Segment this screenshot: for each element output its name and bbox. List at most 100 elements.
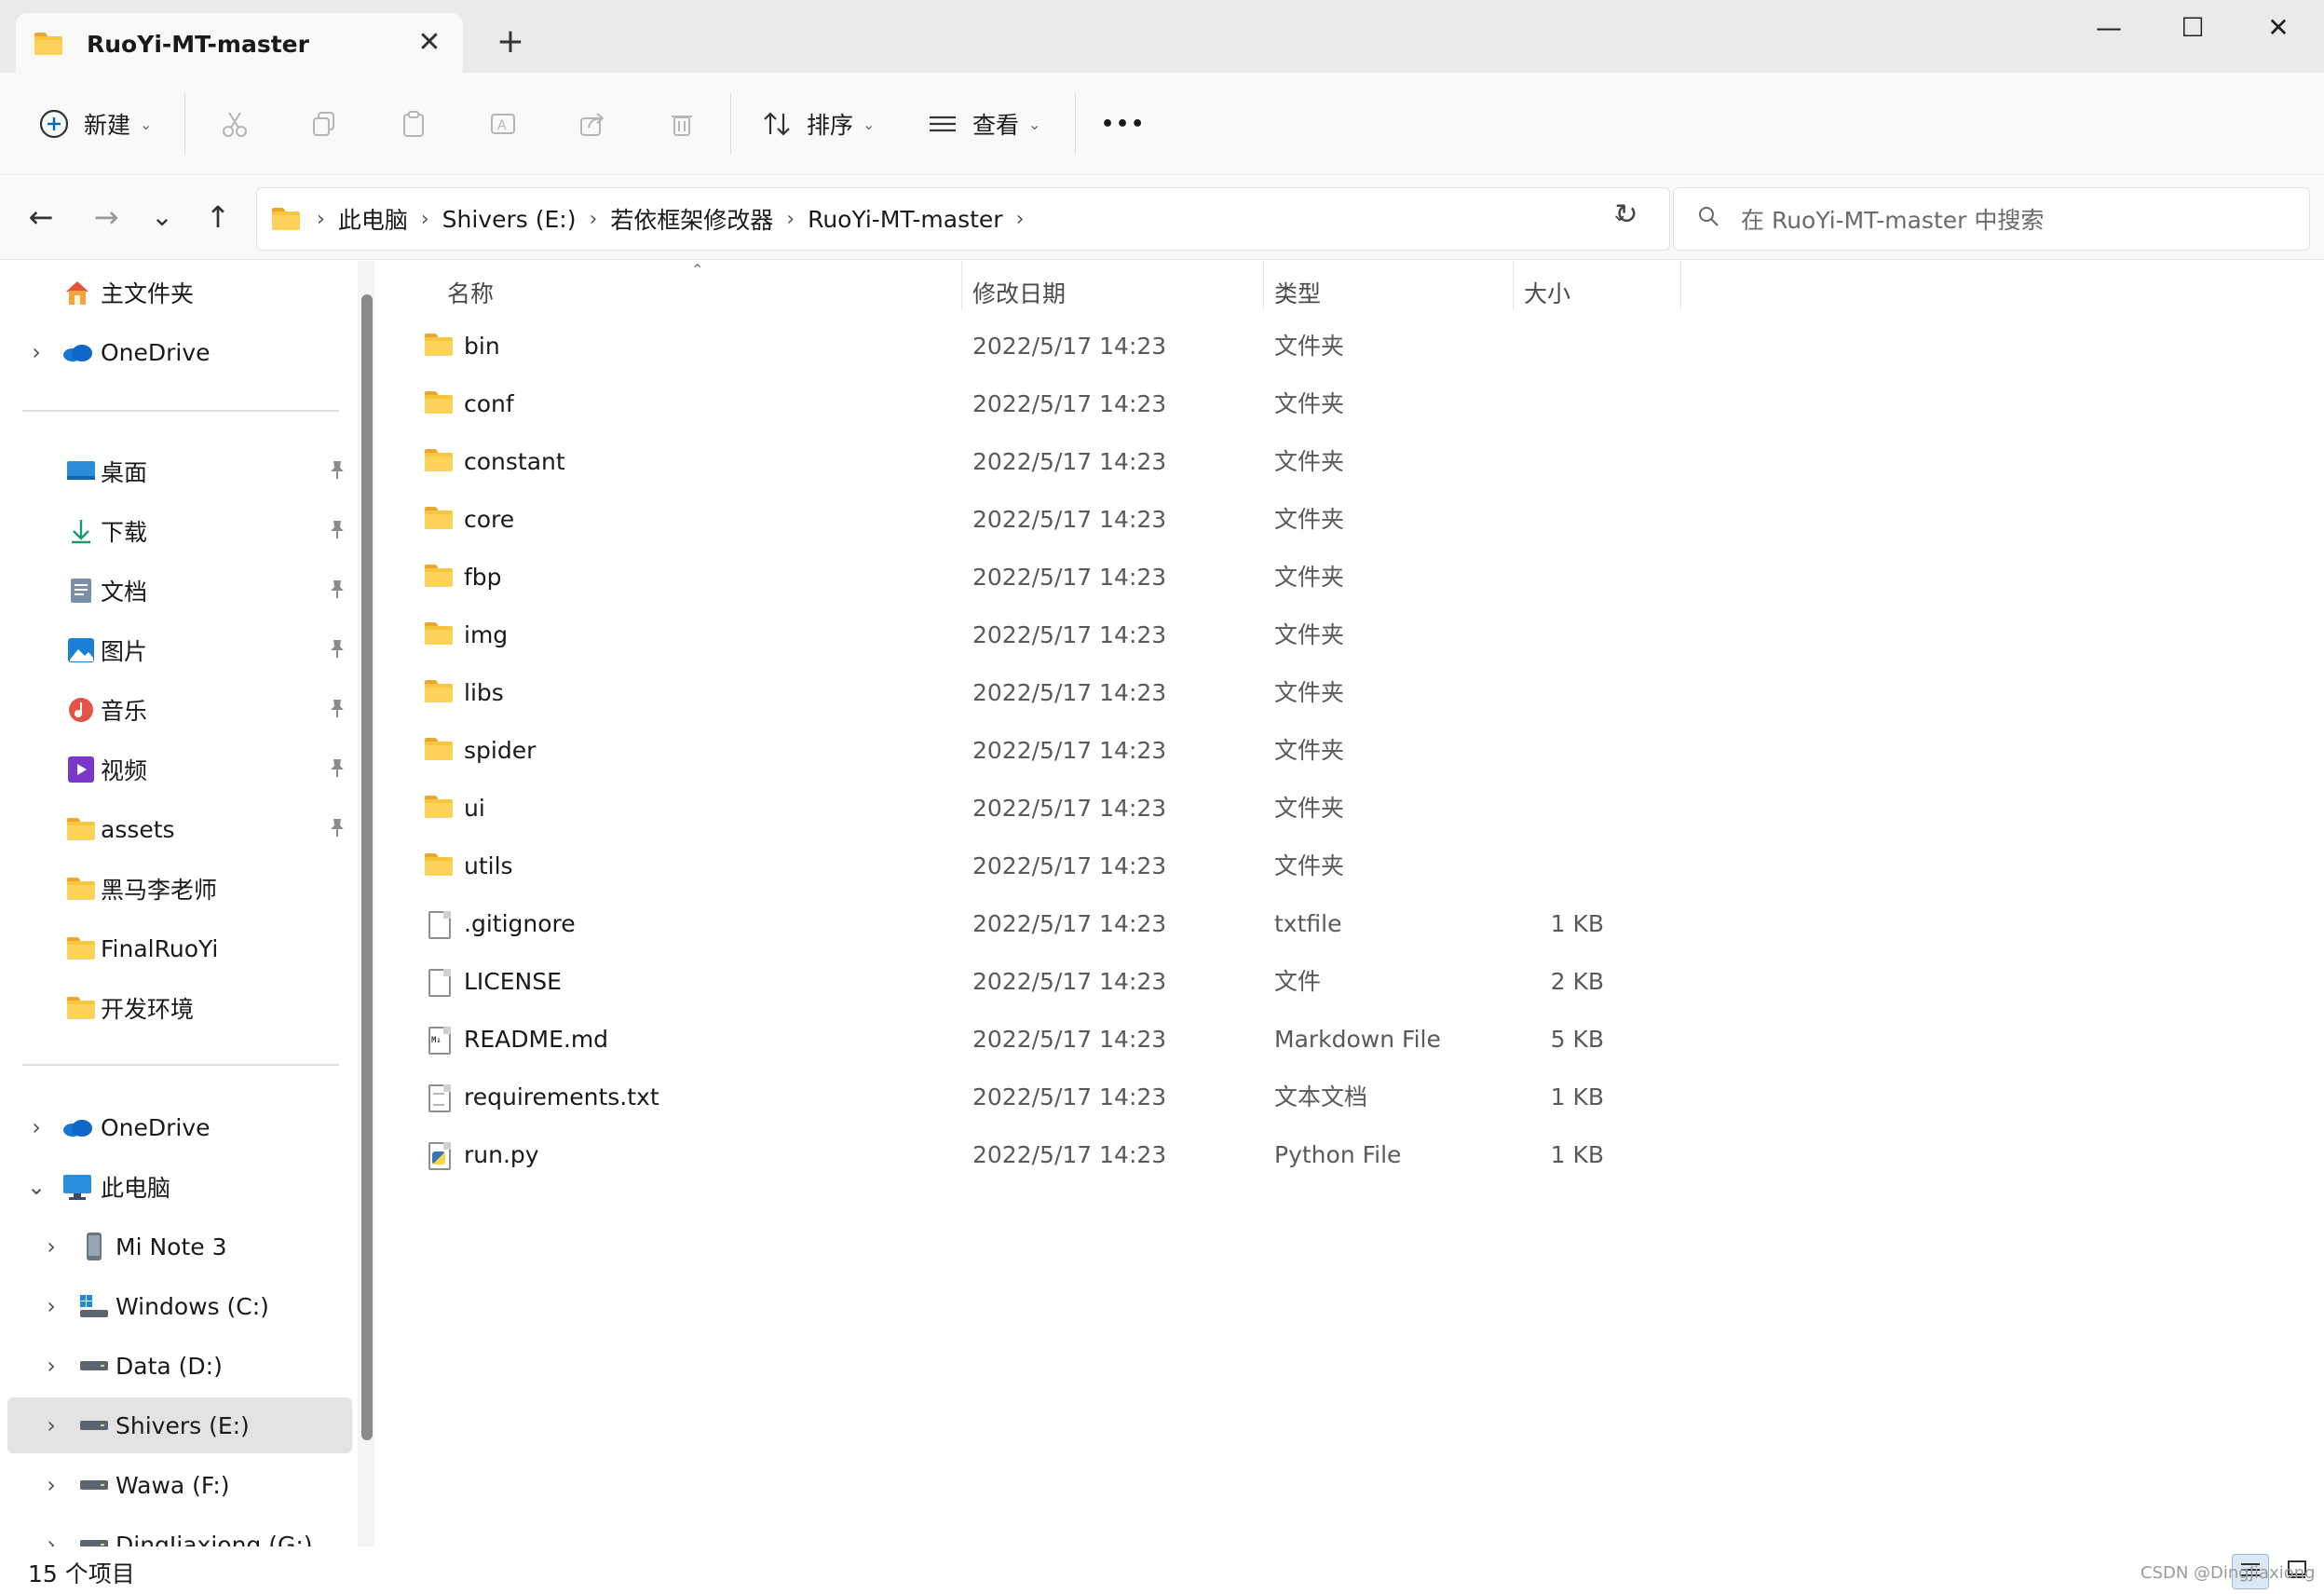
file-icon — [425, 911, 455, 939]
more-options-button[interactable]: ••• — [1099, 101, 1146, 147]
table-row[interactable]: fbp 2022/5/17 14:23 文件夹 — [402, 550, 2060, 606]
column-header-size[interactable]: 大小 — [1524, 272, 1570, 313]
sidebar-item-pictures[interactable]: 图片 — [7, 622, 352, 678]
view-button[interactable]: 查看 ⌄ — [924, 101, 1040, 147]
share-button[interactable] — [574, 101, 611, 147]
table-row[interactable]: LICENSE 2022/5/17 14:23 文件 2 KB — [402, 954, 2060, 1010]
sidebar-item-dev-env[interactable]: 开发环境 — [7, 980, 352, 1036]
file-size: 1 KB — [1550, 910, 1604, 937]
chevron-right-icon[interactable]: › — [37, 1532, 65, 1546]
cut-button[interactable] — [216, 101, 253, 147]
sidebar-item-home[interactable]: 主文件夹 — [7, 265, 352, 320]
sidebar-item-finalruoyi[interactable]: FinalRuoYi — [7, 920, 352, 976]
column-divider[interactable] — [1680, 261, 1681, 309]
pin-icon[interactable] — [328, 638, 347, 663]
copy-button[interactable] — [306, 101, 343, 147]
table-row[interactable]: conf 2022/5/17 14:23 文件夹 — [402, 376, 2060, 432]
sidebar-item-windows-c[interactable]: › Windows (C:) — [7, 1278, 352, 1334]
breadcrumb-shivers-e[interactable]: Shivers (E:) — [442, 206, 577, 233]
table-row[interactable]: img 2022/5/17 14:23 文件夹 — [402, 607, 2060, 663]
column-divider[interactable] — [1513, 261, 1514, 309]
column-divider[interactable] — [961, 261, 962, 309]
minimize-button[interactable]: — — [2081, 9, 2137, 47]
paste-button[interactable] — [395, 101, 432, 147]
table-row[interactable]: spider 2022/5/17 14:23 文件夹 — [402, 723, 2060, 779]
pin-icon[interactable] — [328, 519, 347, 544]
column-header-type[interactable]: 类型 — [1274, 272, 1321, 313]
breadcrumb-separator[interactable]: › — [786, 208, 795, 231]
table-row[interactable]: core 2022/5/17 14:23 文件夹 — [402, 492, 2060, 548]
sidebar-item-mi-note-3[interactable]: › Mi Note 3 — [7, 1219, 352, 1274]
sidebar-item-label: Mi Note 3 — [116, 1233, 227, 1260]
chevron-down-icon[interactable]: ⌄ — [22, 1174, 50, 1200]
delete-button[interactable] — [663, 101, 700, 147]
sidebar-item-desktop[interactable]: 桌面 — [7, 443, 352, 499]
breadcrumb-ruoyi-modifier[interactable]: 若依框架修改器 — [610, 202, 773, 236]
sidebar-item-wawa-f[interactable]: › Wawa (F:) — [7, 1457, 352, 1513]
column-divider[interactable] — [1263, 261, 1264, 309]
table-row[interactable]: utils 2022/5/17 14:23 文件夹 — [402, 838, 2060, 894]
table-row[interactable]: ui 2022/5/17 14:23 文件夹 — [402, 781, 2060, 837]
back-button[interactable]: ← — [20, 197, 61, 238]
sidebar-item-videos[interactable]: 视频 — [7, 742, 352, 797]
onedrive-icon — [61, 1113, 93, 1141]
sidebar-item-downloads[interactable]: 下载 — [7, 503, 352, 559]
address-bar[interactable]: › 此电脑 › Shivers (E:) › 若依框架修改器 › RuoYi-M… — [256, 187, 1670, 251]
sidebar-item-onedrive-tree[interactable]: › OneDrive — [7, 1099, 352, 1155]
close-window-button[interactable]: ✕ — [2250, 9, 2306, 47]
table-row[interactable]: bin 2022/5/17 14:23 文件夹 — [402, 319, 2060, 375]
breadcrumb-this-pc[interactable]: 此电脑 — [338, 202, 408, 236]
search-input[interactable]: 在 RuoYi-MT-master 中搜索 — [1673, 187, 2310, 251]
refresh-button[interactable]: ↻ — [1606, 195, 1647, 236]
sidebar-item-onedrive[interactable]: › OneDrive — [7, 324, 352, 380]
chevron-right-icon[interactable]: › — [37, 1233, 65, 1260]
file-type: 文件夹 — [1274, 564, 1345, 591]
new-tab-button[interactable]: + — [494, 25, 527, 60]
sidebar-item-assets[interactable]: assets — [7, 801, 352, 857]
sidebar-item-music[interactable]: 音乐 — [7, 682, 352, 738]
tab-ruoyi-mt-master[interactable]: RuoYi-MT-master ✕ — [16, 13, 463, 75]
column-header-name[interactable]: 名称 — [447, 272, 494, 313]
chevron-right-icon[interactable]: › — [37, 1293, 65, 1319]
table-row[interactable]: run.py 2022/5/17 14:23 Python File 1 KB — [402, 1127, 2060, 1183]
sidebar-item-shivers-e[interactable]: › Shivers (E:) — [7, 1397, 352, 1453]
column-header-date[interactable]: 修改日期 — [972, 272, 1066, 313]
sort-button[interactable]: 排序 ⌄ — [758, 101, 875, 147]
sidebar-item-heima-teacher[interactable]: 黑马李老师 — [7, 861, 352, 917]
breadcrumb-separator[interactable]: › — [1016, 208, 1025, 231]
sidebar-item-data-d[interactable]: › Data (D:) — [7, 1338, 352, 1394]
sidebar-scrollbar-thumb[interactable] — [361, 294, 373, 1440]
table-row[interactable]: requirements.txt 2022/5/17 14:23 文本文档 1 KB — [402, 1069, 2060, 1125]
table-row[interactable]: M↓ README.md 2022/5/17 14:23 Markdown File 5… — [402, 1012, 2060, 1068]
clipboard-icon — [395, 105, 432, 143]
sidebar-item-label: DingJiaxiong (G:) — [116, 1531, 313, 1547]
breadcrumb-separator[interactable]: › — [421, 208, 429, 231]
breadcrumb-ruoyi-mt-master[interactable]: RuoYi-MT-master — [808, 206, 1002, 233]
sidebar-item-dingjiaxiong-g[interactable]: › DingJiaxiong (G:) — [7, 1517, 352, 1546]
sidebar-item-documents[interactable]: 文档 — [7, 563, 352, 619]
pin-icon[interactable] — [328, 579, 347, 604]
tab-close-button[interactable]: ✕ — [415, 28, 444, 58]
forward-button[interactable]: → — [86, 197, 127, 238]
table-row[interactable]: .gitignore 2022/5/17 14:23 txtfile 1 KB — [402, 896, 2060, 952]
pin-icon[interactable] — [328, 459, 347, 484]
chevron-right-icon[interactable]: › — [37, 1353, 65, 1379]
rename-button[interactable]: A — [484, 101, 522, 147]
chevron-right-icon[interactable]: › — [22, 1114, 50, 1140]
table-row[interactable]: libs 2022/5/17 14:23 文件夹 — [402, 665, 2060, 721]
sidebar-item-label: Windows (C:) — [116, 1292, 269, 1320]
chevron-right-icon[interactable]: › — [22, 339, 50, 365]
pin-icon[interactable] — [328, 817, 347, 842]
maximize-button[interactable]: ☐ — [2165, 9, 2221, 47]
chevron-right-icon[interactable]: › — [37, 1412, 65, 1438]
pin-icon[interactable] — [328, 698, 347, 723]
breadcrumb-separator[interactable]: › — [589, 208, 597, 231]
recent-locations-button[interactable]: ⌄ — [142, 197, 183, 238]
sidebar-item-this-pc[interactable]: ⌄ 此电脑 — [7, 1159, 352, 1215]
up-button[interactable]: ↑ — [197, 197, 238, 238]
pin-icon[interactable] — [328, 757, 347, 783]
table-row[interactable]: constant 2022/5/17 14:23 文件夹 — [402, 434, 2060, 490]
chevron-right-icon[interactable]: › — [37, 1472, 65, 1498]
breadcrumb-separator: › — [317, 207, 325, 231]
new-button[interactable]: 新建 ⌄ — [35, 101, 152, 147]
